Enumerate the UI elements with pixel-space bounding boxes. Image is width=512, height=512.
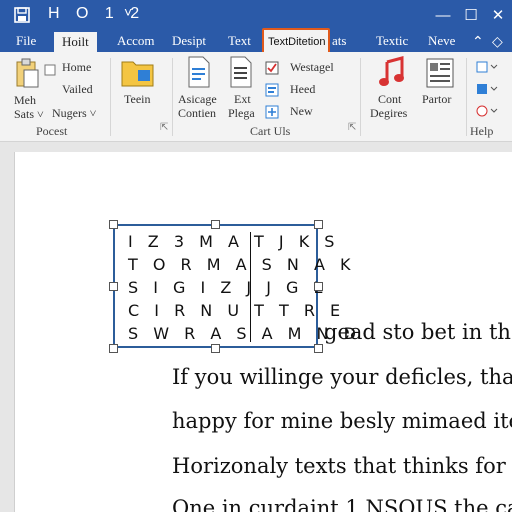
tab-desipt[interactable]: Desipt xyxy=(172,33,206,49)
group-separator xyxy=(110,58,111,136)
body-line-5: One in curdaint 1 NSQUS the ca xyxy=(172,496,512,512)
layout-icon[interactable] xyxy=(426,58,454,93)
heed-command[interactable]: Heed xyxy=(290,82,315,97)
tab-ats[interactable]: ats xyxy=(332,33,346,49)
vailed-command[interactable]: Vailed xyxy=(62,82,93,97)
home-command[interactable]: Home xyxy=(62,60,91,75)
plega-command[interactable]: Plega xyxy=(228,106,255,121)
resize-handle-s[interactable] xyxy=(211,344,220,353)
meh-label[interactable]: Meh xyxy=(14,93,36,108)
teein-command[interactable]: Teein xyxy=(124,92,150,107)
body-line-4: Horizonaly texts that thinks for s xyxy=(172,454,512,478)
resize-handle-n[interactable] xyxy=(211,220,220,229)
group-launcher-icon[interactable]: ⇱ xyxy=(348,122,356,133)
resize-handle-e[interactable] xyxy=(314,282,323,291)
resize-handle-sw[interactable] xyxy=(109,344,118,353)
body-line-1: gead sto bet in th xyxy=(324,320,511,344)
tab-textic[interactable]: Textic xyxy=(376,33,408,49)
tab-accom[interactable]: Accom xyxy=(117,33,155,49)
header-icon[interactable] xyxy=(265,83,279,102)
text-document-icon[interactable] xyxy=(230,56,252,93)
contien-command[interactable]: Contien xyxy=(178,106,216,121)
group-cart-uls-label: Cart Uls xyxy=(250,124,291,138)
grid-row-1: I Z 3 M A T J K S xyxy=(128,232,340,251)
resize-handle-se[interactable] xyxy=(314,344,323,353)
cont-command[interactable]: Cont xyxy=(378,92,401,107)
maximize-button[interactable]: ☐ xyxy=(459,3,483,27)
tab-text-direction-label: TextDitetion xyxy=(268,36,326,48)
group-launcher-icon[interactable]: ⇱ xyxy=(160,122,168,133)
quick-access-chevron-icon[interactable]: ˅ xyxy=(124,4,132,20)
paste-icon[interactable] xyxy=(16,58,40,95)
group-separator xyxy=(360,58,361,136)
grid-row-2: T O R M A S N A K xyxy=(128,255,356,274)
title-bar: H O 1 2 ˅ — ☐ ✕ xyxy=(0,0,512,30)
body-line-3: happy for mine besly mimaed ite xyxy=(172,409,512,433)
close-button[interactable]: ✕ xyxy=(486,3,510,27)
resize-handle-nw[interactable] xyxy=(109,220,118,229)
tab-neve[interactable]: Neve xyxy=(428,33,455,49)
group-separator xyxy=(172,58,173,136)
ribbon-tabs: File Hoilt Accom Desipt Text ats Textic … xyxy=(0,30,512,52)
grid-divider xyxy=(250,232,251,342)
partor-command[interactable]: Partor xyxy=(422,92,451,107)
asicage-command[interactable]: Asicage xyxy=(178,92,217,107)
group-pocest-label: Pocest xyxy=(36,124,68,138)
sats-dropdown[interactable]: Sats ˅ xyxy=(14,107,44,122)
cut-icon[interactable] xyxy=(44,63,56,81)
help-tool-icon-3[interactable] xyxy=(476,104,498,123)
degires-command[interactable]: Degires xyxy=(370,106,407,121)
new-command[interactable]: New xyxy=(290,104,313,119)
nugers-dropdown[interactable]: Nugers ˅ xyxy=(52,106,96,121)
folder-icon[interactable] xyxy=(121,56,155,93)
body-line-2: If you willinge your deficles, that xyxy=(172,365,512,389)
checkbox-icon[interactable] xyxy=(265,61,279,80)
resize-handle-ne[interactable] xyxy=(314,220,323,229)
document-icon[interactable] xyxy=(188,56,210,93)
music-note-icon[interactable] xyxy=(378,56,406,93)
ribbon-options-icon[interactable]: ◇ xyxy=(492,33,503,50)
ribbon-collapse-chevron-icon[interactable]: ⌃ xyxy=(472,33,484,50)
group-help-label: Help xyxy=(470,124,494,138)
minimize-button[interactable]: — xyxy=(431,3,455,27)
help-tool-icon-1[interactable] xyxy=(476,60,498,79)
save-icon[interactable] xyxy=(14,7,30,23)
tab-home[interactable]: Hoilt xyxy=(54,32,97,52)
westagel-command[interactable]: Westagel xyxy=(290,60,334,75)
help-tool-icon-2[interactable] xyxy=(476,82,498,101)
text-box[interactable]: I Z 3 M A T J K S T O R M A S N A K S I … xyxy=(113,224,356,348)
grid-row-3: S I G I Z J J G L xyxy=(128,278,328,297)
ribbon-body: Meh Sats ˅ Home Vailed Nugers ˅ Pocest T… xyxy=(0,52,512,142)
group-separator xyxy=(466,58,467,136)
tab-file[interactable]: File xyxy=(16,33,36,49)
resize-handle-w[interactable] xyxy=(109,282,118,291)
new-item-icon[interactable] xyxy=(265,105,279,124)
ext-command[interactable]: Ext xyxy=(234,92,251,107)
tab-text[interactable]: Text xyxy=(228,33,251,49)
grid-row-4: C I R N U T T R E xyxy=(128,301,346,320)
